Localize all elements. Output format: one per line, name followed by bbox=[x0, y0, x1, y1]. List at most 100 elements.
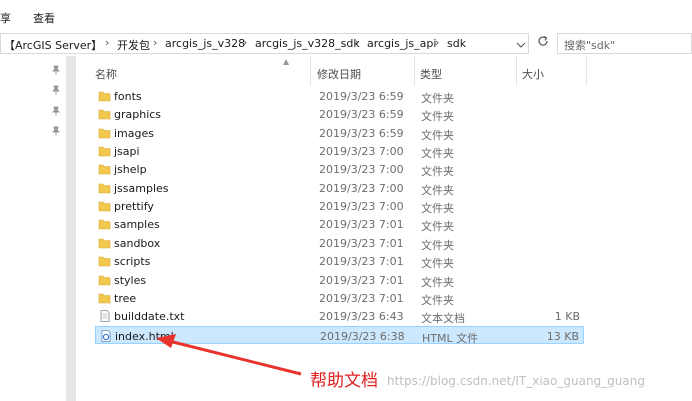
column-header-size[interactable]: 大小 bbox=[522, 66, 544, 82]
sort-ascending-icon: ▲ bbox=[283, 57, 290, 66]
chevron-down-icon bbox=[516, 42, 525, 48]
breadcrumb-separator[interactable]: › bbox=[355, 36, 359, 49]
address-dropdown-button[interactable] bbox=[512, 34, 528, 53]
file-name: styles bbox=[114, 273, 147, 287]
search-input[interactable]: 搜索"sdk" bbox=[557, 33, 692, 54]
breadcrumb-arcgis-js-v328-sdk[interactable]: arcgis_js_v328_sdk bbox=[255, 37, 360, 50]
menu-view[interactable]: 查看 bbox=[33, 10, 55, 26]
pin-icon[interactable] bbox=[51, 126, 61, 136]
file-date: 2019/3/23 7:01 bbox=[319, 291, 404, 305]
text-file-icon bbox=[98, 310, 111, 323]
folder-row[interactable]: images 2019/3/23 6:59 文件夹 bbox=[95, 124, 584, 142]
file-type: 文件夹 bbox=[421, 220, 454, 234]
file-name: images bbox=[114, 126, 154, 140]
file-type: 文件夹 bbox=[421, 128, 454, 142]
folder-row[interactable]: styles 2019/3/23 7:01 文件夹 bbox=[95, 271, 584, 289]
folder-row[interactable]: jssamples 2019/3/23 7:00 文件夹 bbox=[95, 179, 584, 197]
annotation-label: 帮助文档 bbox=[310, 371, 378, 391]
file-date: 2019/3/23 7:00 bbox=[319, 200, 404, 214]
menu-share[interactable]: 享 bbox=[0, 10, 11, 26]
folder-row[interactable]: prettify 2019/3/23 7:00 文件夹 bbox=[95, 197, 584, 215]
file-type: 文件夹 bbox=[421, 293, 454, 307]
column-header-date[interactable]: 修改日期 bbox=[317, 66, 361, 82]
column-divider[interactable] bbox=[414, 56, 415, 86]
watermark: https://blog.csdn.net/IT_xiao_guang_guan… bbox=[387, 374, 645, 388]
folder-icon bbox=[98, 274, 111, 286]
file-date: 2019/3/23 7:01 bbox=[319, 273, 404, 287]
file-type: 文件夹 bbox=[421, 257, 454, 271]
html-file-icon bbox=[99, 329, 112, 342]
file-name: index.html bbox=[115, 329, 174, 343]
breadcrumb-sdk-package[interactable]: 开发包 bbox=[117, 37, 150, 53]
folder-icon bbox=[98, 163, 111, 175]
breadcrumb-arcgis-server[interactable]: 【ArcGIS Server】 bbox=[4, 37, 102, 53]
breadcrumb-separator[interactable]: › bbox=[435, 36, 439, 49]
file-name: tree bbox=[114, 291, 137, 305]
column-divider[interactable] bbox=[516, 56, 517, 86]
folder-icon bbox=[98, 292, 111, 304]
file-type: 文件夹 bbox=[421, 238, 454, 252]
file-name: builddate.txt bbox=[114, 310, 185, 324]
folder-icon bbox=[98, 200, 111, 212]
folder-row[interactable]: samples 2019/3/23 7:01 文件夹 bbox=[95, 215, 584, 233]
folder-icon bbox=[98, 218, 111, 230]
file-name: jshelp bbox=[114, 163, 147, 177]
folder-icon bbox=[98, 145, 111, 157]
file-name: fonts bbox=[114, 90, 142, 103]
pin-icon[interactable] bbox=[51, 106, 61, 116]
menu-bar: 享 查看 bbox=[0, 0, 692, 30]
file-name: samples bbox=[114, 218, 160, 232]
column-header-row: ▲ 名称 修改日期 类型 大小 bbox=[86, 56, 606, 86]
refresh-button[interactable] bbox=[533, 33, 553, 54]
file-row[interactable]: index.html 2019/3/23 6:38 HTML 文件 13 KB bbox=[95, 325, 584, 345]
file-date: 2019/3/23 7:01 bbox=[319, 218, 404, 232]
folder-row[interactable]: jshelp 2019/3/23 7:00 文件夹 bbox=[95, 160, 584, 178]
breadcrumb-arcgis-js-api[interactable]: arcgis_js_api bbox=[367, 37, 436, 50]
file-type: 文件夹 bbox=[421, 92, 454, 105]
column-header-name[interactable]: 名称 bbox=[95, 66, 117, 82]
refresh-icon bbox=[538, 35, 548, 46]
file-name: jssamples bbox=[114, 181, 169, 195]
file-type: HTML 文件 bbox=[422, 331, 479, 345]
file-date: 2019/3/23 6:59 bbox=[319, 90, 404, 103]
file-date: 2019/3/23 7:00 bbox=[319, 163, 404, 177]
file-date: 2019/3/23 6:59 bbox=[319, 108, 404, 122]
file-date: 2019/3/23 6:59 bbox=[319, 126, 404, 140]
file-date: 2019/3/23 7:00 bbox=[319, 145, 404, 159]
file-date: 2019/3/23 7:01 bbox=[319, 255, 404, 269]
folder-row[interactable]: tree 2019/3/23 7:01 文件夹 bbox=[95, 289, 584, 307]
file-type: 文件夹 bbox=[421, 110, 454, 124]
address-bar[interactable]: 【ArcGIS Server】 › 开发包 › arcgis_js_v328 ›… bbox=[0, 33, 529, 54]
breadcrumb-separator[interactable]: › bbox=[243, 36, 247, 49]
folder-row[interactable]: scripts 2019/3/23 7:01 文件夹 bbox=[95, 252, 584, 270]
folder-icon bbox=[98, 108, 111, 120]
file-row[interactable]: builddate.txt 2019/3/23 6:43 文本文档 1 KB bbox=[95, 307, 584, 325]
column-divider[interactable] bbox=[310, 56, 311, 86]
pin-icon[interactable] bbox=[51, 65, 61, 75]
file-name: prettify bbox=[114, 200, 154, 214]
folder-icon bbox=[98, 237, 111, 249]
folder-icon bbox=[98, 182, 111, 194]
breadcrumb-separator[interactable]: › bbox=[153, 36, 157, 49]
folder-icon bbox=[98, 127, 111, 139]
file-date: 2019/3/23 6:43 bbox=[319, 310, 404, 324]
folder-row[interactable]: sandbox 2019/3/23 7:01 文件夹 bbox=[95, 234, 584, 252]
file-name: sandbox bbox=[114, 236, 161, 250]
file-type: 文件夹 bbox=[421, 202, 454, 216]
folder-row[interactable]: graphics 2019/3/23 6:59 文件夹 bbox=[95, 105, 584, 123]
file-size: 1 KB bbox=[554, 310, 580, 324]
column-header-type[interactable]: 类型 bbox=[420, 66, 442, 82]
breadcrumb-separator[interactable]: › bbox=[105, 36, 109, 49]
file-date: 2019/3/23 6:38 bbox=[320, 329, 405, 343]
folder-row[interactable]: fonts 2019/3/23 6:59 文件夹 bbox=[95, 87, 584, 105]
column-divider[interactable] bbox=[586, 56, 587, 86]
navigation-pane-scrollbar[interactable] bbox=[66, 56, 76, 401]
folder-icon bbox=[98, 255, 111, 267]
folder-row[interactable]: jsapi 2019/3/23 7:00 文件夹 bbox=[95, 142, 584, 160]
file-name: jsapi bbox=[114, 145, 140, 159]
breadcrumb-arcgis-js-v328[interactable]: arcgis_js_v328 bbox=[165, 37, 245, 50]
pin-icon[interactable] bbox=[51, 85, 61, 95]
breadcrumb-sdk[interactable]: sdk bbox=[447, 37, 466, 50]
file-type: 文件夹 bbox=[421, 165, 454, 179]
file-type: 文件夹 bbox=[421, 275, 454, 289]
